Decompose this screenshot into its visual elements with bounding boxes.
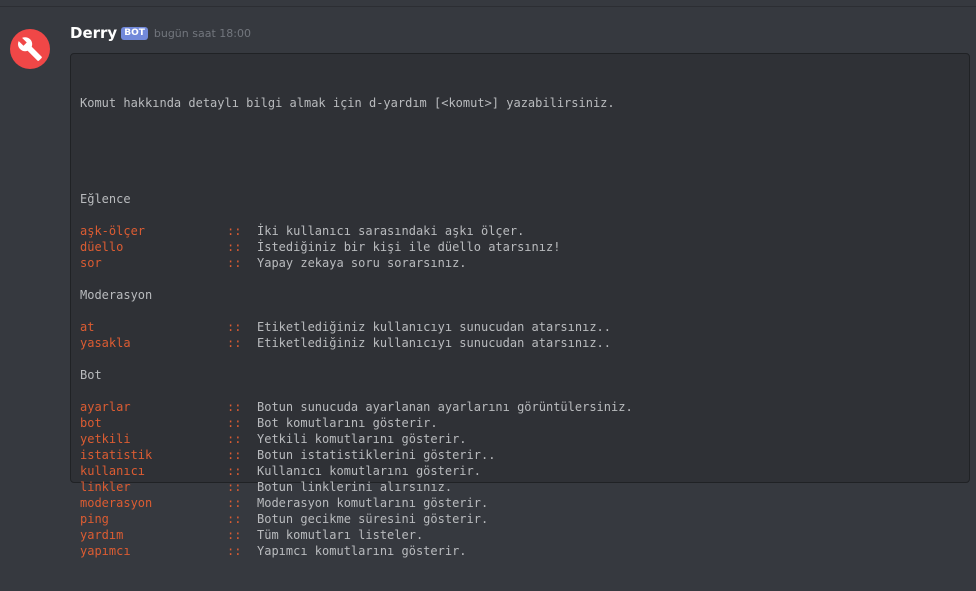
command-separator: :: xyxy=(227,416,242,430)
command-row: yasakla:: Etiketlediğiniz kullanıcıyı sun… xyxy=(80,335,633,351)
intro-text: Komut hakkında detaylı bilgi almak için … xyxy=(80,96,615,110)
command-description: Moderasyon komutlarını gösterir. xyxy=(257,496,489,510)
command-description: Etiketlediğiniz kullanıcıyı sunucudan at… xyxy=(257,320,612,334)
command-row: linkler:: Botun linklerini alırsınız. xyxy=(80,479,633,495)
command-separator: :: xyxy=(227,240,242,254)
command-description: Tüm komutları listeler. xyxy=(257,528,424,542)
command-description: Botun linklerini alırsınız. xyxy=(257,480,453,494)
command-row: ayarlar:: Botun sunucuda ayarlanan ayarla… xyxy=(80,399,633,415)
command-row: kullanıcı:: Kullanıcı komutlarını gösteri… xyxy=(80,463,633,479)
command-name: at xyxy=(80,320,95,334)
command-row: yardım:: Tüm komutları listeler. xyxy=(80,527,633,543)
command-separator: :: xyxy=(227,496,242,510)
command-row: yetkili:: Yetkili komutlarını gösterir. xyxy=(80,431,633,447)
command-row: istatistik:: Botun istatistiklerini göste… xyxy=(80,447,633,463)
command-name: yasakla xyxy=(80,336,131,350)
command-description: İstediğiniz bir kişi ile düello atarsını… xyxy=(257,240,561,254)
command-name: aşk-ölçer xyxy=(80,224,146,238)
command-separator: :: xyxy=(227,432,242,446)
command-row: bot:: Bot komutlarını gösterir. xyxy=(80,415,633,431)
command-description: Yetkili komutlarını gösterir. xyxy=(257,432,467,446)
command-description: Botun gecikme süresini gösterir. xyxy=(257,512,489,526)
command-separator: :: xyxy=(227,448,242,462)
command-name: düello xyxy=(80,240,124,254)
section-title: Moderasyon xyxy=(80,288,153,302)
command-separator: :: xyxy=(227,400,242,414)
command-row: yapımcı:: Yapımcı komutlarını gösterir. xyxy=(80,543,633,559)
command-description: Etiketlediğiniz kullanıcıyı sunucudan at… xyxy=(257,336,612,350)
command-name: ping xyxy=(80,512,109,526)
command-sections: Eğlenceaşk-ölçer:: İki kullanıcı sarasınd… xyxy=(80,191,633,559)
code-block: Komut hakkında detaylı bilgi almak için … xyxy=(70,53,970,558)
command-name: yetkili xyxy=(80,432,131,446)
command-description: Botun sunucuda ayarlanan ayarlarını görü… xyxy=(257,400,633,414)
command-description: Yapımcı komutlarını gösterir. xyxy=(257,544,467,558)
command-name: moderasyon xyxy=(80,496,153,510)
code-content: Komut hakkında detaylı bilgi almak için … xyxy=(80,63,633,591)
command-separator: :: xyxy=(227,512,242,526)
section-title: Bot xyxy=(80,368,102,382)
command-separator: :: xyxy=(227,336,242,350)
command-name: bot xyxy=(80,416,102,430)
command-name: ayarlar xyxy=(80,400,131,414)
command-separator: :: xyxy=(227,464,242,478)
command-row: aşk-ölçer:: İki kullanıcı sarasındaki aşk… xyxy=(80,223,633,239)
command-description: Bot komutlarını gösterir. xyxy=(257,416,438,430)
command-row: sor:: Yapay zekaya soru sorarsınız. xyxy=(80,255,633,271)
command-separator: :: xyxy=(227,480,242,494)
section-title: Eğlence xyxy=(80,192,131,206)
avatar[interactable] xyxy=(10,29,50,69)
command-name: sor xyxy=(80,256,102,270)
command-name: istatistik xyxy=(80,448,153,462)
command-name: yardım xyxy=(80,528,124,542)
command-row: düello:: İstediğiniz bir kişi ile düello … xyxy=(80,239,633,255)
bot-tag: BOT xyxy=(121,26,148,40)
message-header: Derry BOT bugün saat 18:00 xyxy=(70,23,251,43)
command-description: Yapay zekaya soru sorarsınız. xyxy=(257,256,467,270)
command-separator: :: xyxy=(227,256,242,270)
command-row: ping:: Botun gecikme süresini gösterir. xyxy=(80,511,633,527)
command-separator: :: xyxy=(227,224,242,238)
command-row: moderasyon:: Moderasyon komutlarını göste… xyxy=(80,495,633,511)
command-row: at:: Etiketlediğiniz kullanıcıyı sunucuda… xyxy=(80,319,633,335)
command-description: Kullanıcı komutlarını gösterir. xyxy=(257,464,481,478)
command-separator: :: xyxy=(227,544,242,558)
command-description: Botun istatistiklerini gösterir.. xyxy=(257,448,496,462)
command-separator: :: xyxy=(227,528,242,542)
wrench-icon xyxy=(18,37,42,61)
command-name: yapımcı xyxy=(80,544,131,558)
command-name: linkler xyxy=(80,480,131,494)
command-description: İki kullanıcı sarasındaki aşkı ölçer. xyxy=(257,224,525,238)
username[interactable]: Derry xyxy=(70,24,117,42)
command-separator: :: xyxy=(227,320,242,334)
timestamp: bugün saat 18:00 xyxy=(153,26,251,40)
chat-message: Derry BOT bugün saat 18:00 Komut hakkınd… xyxy=(0,7,976,558)
command-name: kullanıcı xyxy=(80,464,146,478)
